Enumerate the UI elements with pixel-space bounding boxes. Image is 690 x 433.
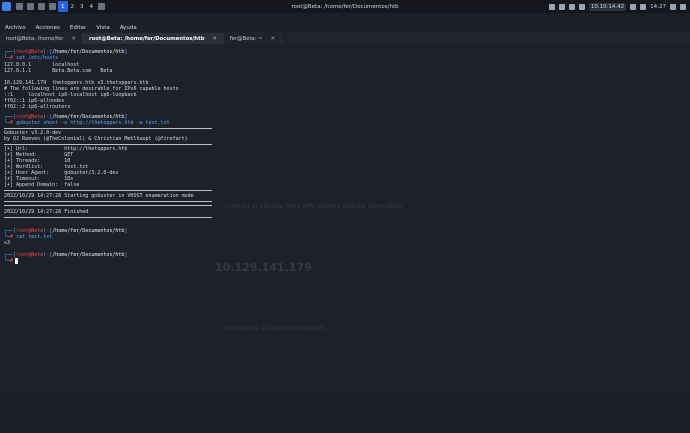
workspace-3[interactable]: 3 <box>77 1 87 12</box>
config-line: [+] Append Domain: false <box>4 182 80 188</box>
tab-fer-home[interactable]: fer@Beta: ~ ✕ <box>224 33 283 44</box>
output-line: 2022/10/29 14:27:28 Starting gobuster in… <box>4 193 194 199</box>
output-line: ff02::2 ip6-allrouters <box>4 104 71 110</box>
separator-line <box>4 217 212 218</box>
clock: 14:27 <box>650 3 666 10</box>
command: gobuster vhost -u http://thetoppers.htb … <box>16 120 170 126</box>
lock-icon[interactable] <box>670 3 676 10</box>
command-line-4: └─# <box>4 258 14 264</box>
separator-line <box>4 201 212 202</box>
menu-vista[interactable]: Vista <box>91 25 115 31</box>
bg-text: Interactive: 2/2 points on system <box>225 325 325 332</box>
browser-icon[interactable] <box>38 3 45 10</box>
menu-ayuda[interactable]: Ayuda <box>115 25 142 31</box>
command: cat test.txt <box>16 234 53 240</box>
files-icon[interactable] <box>16 3 23 10</box>
command-line-3: └─# cat test.txt <box>4 234 53 240</box>
folder-icon[interactable] <box>49 3 56 10</box>
bg-ip-heading: 10.129.141.179 <box>215 261 312 274</box>
tab-label: root@Beta: /home/fer/Documentos/htb <box>88 35 205 42</box>
vpn-ip-label: 10.10.14.42 <box>588 2 627 11</box>
prompt-user: root@Beta <box>16 252 44 258</box>
prompt-path: /home/fer/Documentos/htb <box>52 228 125 234</box>
output-line: by OJ Reeves (@TheColonial) & Christian … <box>4 136 188 142</box>
separator-line <box>4 144 212 145</box>
workspace-2[interactable]: 2 <box>68 1 78 12</box>
tab-htb[interactable]: root@Beta: /home/fer/Documentos/htb ✕ <box>82 33 224 44</box>
kali-menu-icon[interactable] <box>2 2 11 11</box>
tab-home-fer[interactable]: root@Beta: /home/fer ✕ <box>0 33 83 44</box>
workspace-1[interactable]: 1 <box>58 1 68 12</box>
separator-line <box>4 205 212 206</box>
volume-icon[interactable] <box>630 3 637 10</box>
menu-editar[interactable]: Editar <box>65 25 91 31</box>
command-line-1: └─# cat /etc/hosts <box>4 55 59 61</box>
separator-line <box>4 190 212 191</box>
terminal-launcher-icon[interactable] <box>27 3 34 10</box>
command-line-2: └─# gobuster vhost -u http://thetoppers.… <box>4 120 170 126</box>
mail-icon[interactable] <box>558 3 565 10</box>
close-icon[interactable]: ✕ <box>72 36 76 42</box>
separator-line <box>4 128 212 129</box>
window-taskbar-icon[interactable] <box>98 3 105 10</box>
system-taskbar: 1 2 3 4 root@Beta: /home/fer/Documentos/… <box>0 0 690 13</box>
workspace-4[interactable]: 4 <box>87 1 97 12</box>
vpn-icon[interactable] <box>578 3 585 10</box>
notification-icon[interactable] <box>568 3 575 10</box>
prompt-path: /home/fer/Documentos/htb <box>52 252 125 258</box>
close-icon[interactable]: ✕ <box>271 36 275 42</box>
output-line: s3 <box>4 240 11 246</box>
close-icon[interactable]: ✕ <box>212 36 216 42</box>
menu-archivo[interactable]: Archivo <box>0 25 31 31</box>
output-line: 127.0.1.1 Beta.Beta.com Beta <box>4 68 113 74</box>
system-tray: 10.10.14.42 14:27 <box>548 0 686 13</box>
tab-bar: root@Beta: /home/fer ✕ root@Beta: /home/f… <box>0 32 690 44</box>
network-icon[interactable] <box>548 3 555 10</box>
tab-label: root@Beta: /home/fer <box>6 35 64 42</box>
power-icon[interactable] <box>680 3 686 10</box>
command: cat /etc/hosts <box>16 55 59 61</box>
output-line: 2022/10/29 14:27:28 Finished <box>4 209 89 215</box>
prompt-path: /home/fer/Documentos/htb <box>52 49 125 55</box>
tab-label: fer@Beta: ~ <box>229 35 263 42</box>
menu-acciones[interactable]: Acciones <box>31 25 65 31</box>
terminal-cursor <box>15 258 18 264</box>
bg-text: Connect to Starting Point VPN network an… <box>225 203 403 210</box>
prompt-line-4: ┌──(root@Beta)-[/home/fer/Documentos/htb… <box>4 252 128 258</box>
background-webpage: Connect to Starting Point VPN network an… <box>185 85 690 433</box>
battery-icon[interactable] <box>640 3 647 10</box>
